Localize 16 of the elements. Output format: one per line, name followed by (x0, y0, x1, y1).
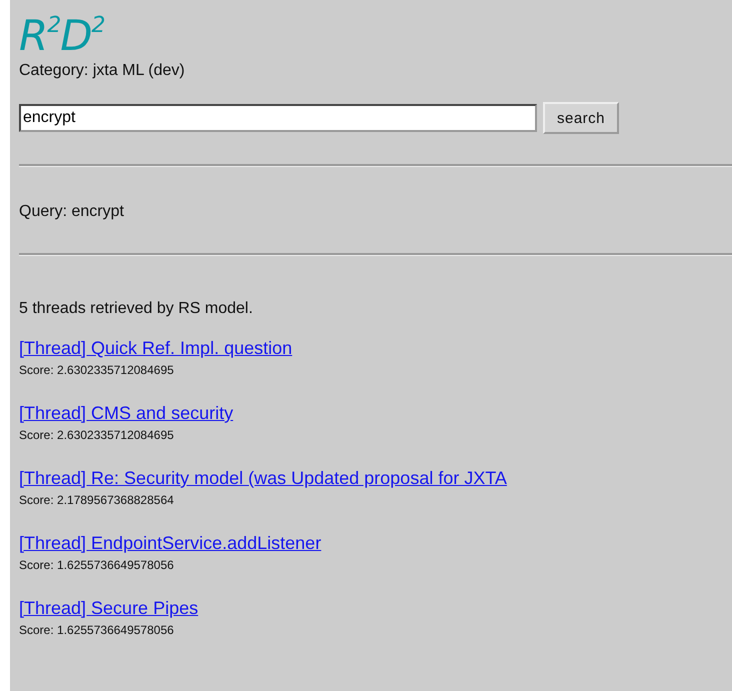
score-text: Score: 2.6302335712084695 (19, 428, 175, 442)
score-text: Score: 1.6255736649578056 (19, 558, 175, 572)
results-summary: 5 threads retrieved by RS model. (19, 300, 254, 318)
search-field[interactable]: encrypt (19, 104, 537, 132)
thread-link[interactable]: [Thread] CMS and security (19, 403, 234, 424)
logo: R$^{2}$D$^{2}$ (19, 14, 105, 58)
score-text: Score: 1.6255736649578056 (19, 623, 175, 637)
thread-link[interactable]: [Thread] Quick Ref. Impl. question (19, 338, 292, 359)
score-text: Score: 2.6302335712084695 (19, 363, 175, 377)
thread-link[interactable]: [Thread] Re: Security model (was Updated proposal for JXTA (19, 468, 507, 489)
thread-link[interactable]: [Thread] Secure Pipes (19, 598, 198, 619)
score-text: Score: 2.1789567368828564 (19, 493, 175, 507)
search-button[interactable]: search (543, 102, 620, 134)
category-label: Category: jxta ML (dev) (19, 62, 186, 80)
thread-link[interactable]: [Thread] EndpointService.addListener (19, 533, 322, 554)
query-label: Query: encrypt (19, 203, 125, 221)
